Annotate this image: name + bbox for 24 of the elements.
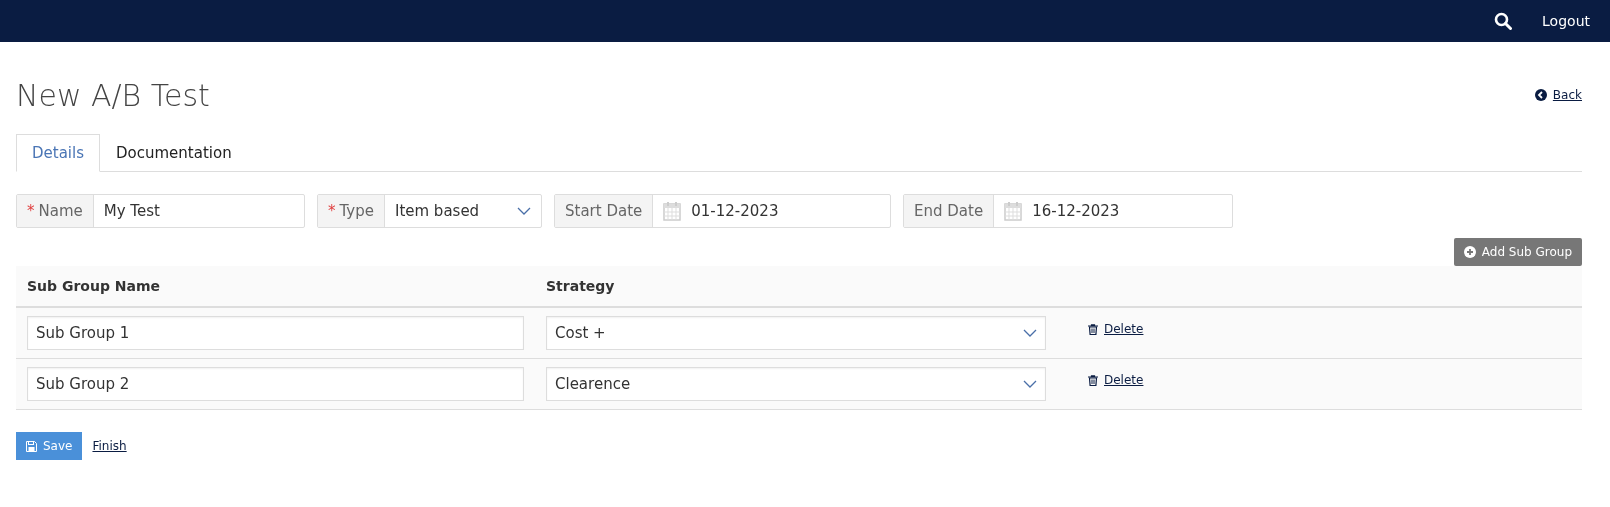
trash-icon xyxy=(1088,374,1098,386)
strategy-select[interactable]: Cost + xyxy=(546,316,1046,350)
back-icon xyxy=(1534,89,1547,101)
page-title: New A/B Test xyxy=(16,77,210,113)
chevron-down-icon xyxy=(1023,329,1037,337)
chevron-down-icon xyxy=(1023,380,1037,388)
finish-link[interactable]: Finish xyxy=(92,439,127,453)
trash-icon xyxy=(1088,323,1098,335)
plus-icon xyxy=(1463,246,1476,258)
delete-link[interactable]: Delete xyxy=(1088,322,1144,336)
add-sub-group-button[interactable]: Add Sub Group xyxy=(1453,238,1582,266)
name-input[interactable]: Sub Group 2 xyxy=(27,367,524,401)
strategy-select[interactable]: Clearence xyxy=(546,367,1046,401)
search-icon[interactable] xyxy=(1494,12,1513,30)
tab[interactable]: Documentation xyxy=(100,134,248,172)
logout-link[interactable]: Logout xyxy=(1542,13,1590,29)
back-link[interactable]: Back xyxy=(1534,88,1582,102)
name-input[interactable]: Sub Group 1 xyxy=(27,316,524,350)
select-value: Cost + xyxy=(555,324,606,342)
column-header: Sub Group Name xyxy=(16,266,535,307)
delete-link[interactable]: Delete xyxy=(1088,373,1144,387)
tab[interactable]: Details xyxy=(16,134,100,172)
select-value: Clearence xyxy=(555,375,631,393)
column-header: Strategy xyxy=(535,266,1057,307)
